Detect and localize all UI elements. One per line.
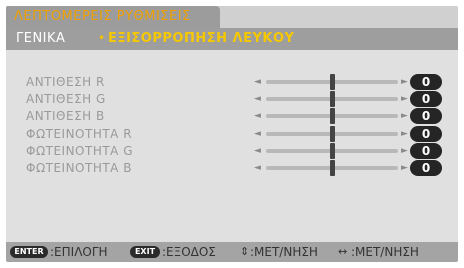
slider-knob[interactable]	[329, 160, 335, 176]
left-arrow-icon[interactable]: ◄	[254, 91, 261, 107]
slider-knob[interactable]	[329, 74, 335, 90]
right-arrow-icon[interactable]: ►	[401, 91, 408, 107]
left-arrow-icon[interactable]: ◄	[254, 126, 261, 142]
setting-row-brightness-b[interactable]: ΦΩΤΕΙΝΟΤΗΤΑ B ◄ ► 0	[6, 160, 458, 176]
updown-hint: :ΜΕΤ/ΝΗΣΗ	[250, 245, 318, 259]
title-bar: ΛΕΠΤΟΜΕΡΕΙΣ ΡΥΘΜΙΣΕΙΣ	[6, 6, 458, 28]
left-arrow-icon[interactable]: ◄	[254, 143, 261, 159]
setting-label: ΦΩΤΕΙΝΟΤΗΤΑ G	[26, 144, 133, 158]
setting-row-brightness-g[interactable]: ΦΩΤΕΙΝΟΤΗΤΑ G ◄ ► 0	[6, 143, 458, 159]
leftright-arrows-icon: ↔	[338, 245, 348, 258]
setting-value: 0	[410, 91, 442, 107]
osd-menu: ΛΕΠΤΟΜΕΡΕΙΣ ΡΥΘΜΙΣΕΙΣ ΓΕΝΙΚΑ • ΕΞΙΣΟΡΡΟΠ…	[6, 6, 458, 262]
footer-bar: ENTER :ΕΠΙΛΟΓΗ EXIT :ΕΞΟΔΟΣ ⇕ :ΜΕΤ/ΝΗΣΗ …	[6, 242, 458, 262]
setting-label: ΦΩΤΕΙΝΟΤΗΤΑ R	[26, 127, 133, 141]
exit-hint: :ΕΞΟΔΟΣ	[162, 245, 216, 259]
slider-knob[interactable]	[329, 126, 335, 142]
slider-knob[interactable]	[329, 108, 335, 124]
settings-panel: ΑΝΤΙΘΕΣΗ R ◄ ► 0 ΑΝΤΙΘΕΣΗ G ◄ ► 0 ΑΝΤΙΘΕ…	[6, 50, 458, 242]
menu-title: ΛΕΠΤΟΜΕΡΕΙΣ ΡΥΘΜΙΣΕΙΣ	[14, 9, 191, 24]
setting-label: ΑΝΤΙΘΕΣΗ B	[26, 109, 105, 123]
left-arrow-icon[interactable]: ◄	[254, 160, 261, 176]
setting-value: 0	[410, 160, 442, 176]
enter-key-icon: ENTER	[10, 246, 48, 258]
setting-row-contrast-b[interactable]: ΑΝΤΙΘΕΣΗ B ◄ ► 0	[6, 108, 458, 124]
enter-hint: :ΕΠΙΛΟΓΗ	[50, 245, 108, 259]
breadcrumb-separator: •	[98, 31, 106, 45]
right-arrow-icon[interactable]: ►	[401, 108, 408, 124]
updown-arrows-icon: ⇕	[240, 245, 250, 258]
right-arrow-icon[interactable]: ►	[401, 74, 408, 90]
right-arrow-icon[interactable]: ►	[401, 160, 408, 176]
breadcrumb-current[interactable]: ΕΞΙΣΟΡΡΟΠΗΣΗ ΛΕΥΚΟΥ	[108, 31, 294, 46]
right-arrow-icon[interactable]: ►	[401, 143, 408, 159]
setting-row-contrast-g[interactable]: ΑΝΤΙΘΕΣΗ G ◄ ► 0	[6, 91, 458, 107]
setting-row-contrast-r[interactable]: ΑΝΤΙΘΕΣΗ R ◄ ► 0	[6, 74, 458, 90]
title-tab[interactable]: ΛΕΠΤΟΜΕΡΕΙΣ ΡΥΘΜΙΣΕΙΣ	[6, 6, 220, 28]
left-arrow-icon[interactable]: ◄	[254, 108, 261, 124]
left-arrow-icon[interactable]: ◄	[254, 74, 261, 90]
slider-knob[interactable]	[329, 91, 335, 107]
setting-value: 0	[410, 74, 442, 90]
setting-value: 0	[410, 126, 442, 142]
setting-value: 0	[410, 108, 442, 124]
slider-knob[interactable]	[329, 143, 335, 159]
setting-row-brightness-r[interactable]: ΦΩΤΕΙΝΟΤΗΤΑ R ◄ ► 0	[6, 126, 458, 142]
setting-label: ΑΝΤΙΘΕΣΗ R	[26, 75, 105, 89]
exit-key-icon: EXIT	[130, 246, 160, 258]
leftright-hint: :ΜΕΤ/ΝΗΣΗ	[351, 245, 419, 259]
breadcrumb-parent[interactable]: ΓΕΝΙΚΑ	[16, 31, 65, 46]
breadcrumb: ΓΕΝΙΚΑ • ΕΞΙΣΟΡΡΟΠΗΣΗ ΛΕΥΚΟΥ	[6, 28, 458, 50]
right-arrow-icon[interactable]: ►	[401, 126, 408, 142]
setting-value: 0	[410, 143, 442, 159]
setting-label: ΑΝΤΙΘΕΣΗ G	[26, 92, 106, 106]
setting-label: ΦΩΤΕΙΝΟΤΗΤΑ B	[26, 161, 132, 175]
